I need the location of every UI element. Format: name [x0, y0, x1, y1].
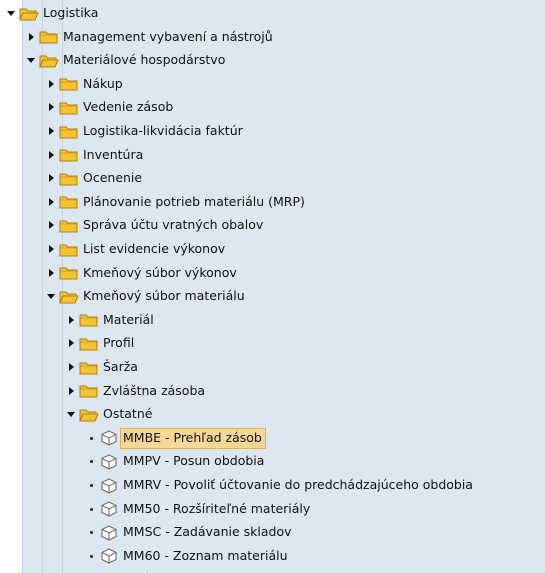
tree-node-label[interactable]: Správa účtu vratných obalov — [81, 216, 266, 235]
transaction-cube-icon — [101, 501, 117, 517]
tree-transaction-node[interactable]: MMRV - Povoliť účtovanie do predchádzajú… — [0, 474, 545, 497]
tree-node-label[interactable]: Inventúra — [81, 146, 146, 165]
tree-folder-node[interactable]: Kmeňový súbor materiálu — [0, 285, 545, 308]
folder-icon — [59, 78, 78, 91]
tree-node-label[interactable]: Kmeňový súbor výkonov — [81, 264, 240, 283]
expand-arrow-right-icon[interactable] — [46, 150, 57, 161]
expand-arrow-right-icon[interactable] — [46, 102, 57, 113]
tree-node-label[interactable]: MM50 - Rozšíriteľné materiály — [121, 500, 313, 519]
expand-arrow-down-icon[interactable] — [66, 409, 77, 420]
tree-node-label[interactable]: Plánovanie potrieb materiálu (MRP) — [81, 193, 308, 212]
bullet-icon — [86, 551, 97, 562]
tree-node-label[interactable]: MMRV - Povoliť účtovanie do predchádzajú… — [121, 476, 476, 495]
folder-icon — [79, 314, 98, 327]
tree-transaction-node[interactable]: MM50 - Rozšíriteľné materiály — [0, 498, 545, 521]
tree-node-label[interactable]: List evidencie výkonov — [81, 240, 228, 259]
tree-folder-node[interactable]: Ocenenie — [0, 167, 545, 190]
folder-icon — [79, 362, 98, 374]
tree-node-label[interactable]: MMSC - Zadávanie skladov — [121, 523, 295, 542]
tree-folder-node[interactable]: Profil — [0, 332, 545, 355]
tree-folder-node[interactable]: Plánovanie potrieb materiálu (MRP) — [0, 191, 545, 214]
expand-arrow-down-icon[interactable] — [26, 55, 37, 66]
transaction-cube-icon — [101, 430, 117, 446]
bullet-icon — [86, 456, 97, 467]
tree-node-label[interactable]: Zvláštna zásoba — [101, 382, 208, 401]
expand-arrow-right-icon[interactable] — [46, 197, 57, 208]
tree-node-label[interactable]: Vedenie zásob — [81, 98, 176, 117]
transaction-cube-icon — [101, 477, 117, 494]
tree-transaction-node[interactable]: MM60 - Zoznam materiálu — [0, 545, 545, 568]
expand-arrow-right-icon[interactable] — [66, 362, 77, 373]
folder-icon — [59, 220, 78, 233]
tree-node-label[interactable]: Logistika — [41, 4, 101, 23]
folder-open-icon — [79, 409, 99, 422]
folder-icon — [59, 126, 78, 138]
folder-open-icon — [19, 8, 39, 20]
tree-transaction-node[interactable]: MMSC - Zadávanie skladov — [0, 521, 545, 544]
expand-arrow-right-icon[interactable] — [46, 79, 57, 90]
tree-folder-node[interactable]: Materiál — [0, 309, 545, 332]
folder-icon — [59, 267, 78, 280]
tree-node-label[interactable]: Nákup — [81, 75, 126, 94]
folder-icon — [79, 338, 98, 351]
menu-tree: Logistika Management vybavení a nástrojů M… — [0, 0, 545, 573]
tree-node-label[interactable]: MMBE - Prehľad zásob — [120, 427, 266, 449]
tree-node-label[interactable]: Ocenenie — [81, 169, 145, 188]
tree-folder-node[interactable]: Materiálové hospodárstvo — [0, 49, 545, 72]
expand-arrow-right-icon[interactable] — [46, 244, 57, 255]
expand-arrow-right-icon[interactable] — [26, 32, 37, 43]
transaction-cube-icon — [101, 525, 117, 541]
tree-node-label[interactable]: Šarža — [101, 358, 141, 377]
tree-folder-node[interactable]: Nákup — [0, 73, 545, 96]
tree-node-label[interactable]: MM60 - Zoznam materiálu — [121, 547, 291, 566]
folder-open-icon — [39, 55, 59, 68]
expand-arrow-right-icon[interactable] — [66, 315, 77, 326]
expand-arrow-right-icon[interactable] — [46, 126, 57, 137]
tree-folder-node[interactable]: Logistika-likvidácia faktúr — [0, 120, 545, 143]
tree-folder-node[interactable]: Šarža — [0, 356, 545, 379]
transaction-cube-icon — [101, 454, 117, 470]
expand-arrow-right-icon[interactable] — [66, 386, 77, 397]
tree-node-label[interactable]: Logistika-likvidácia faktúr — [81, 122, 246, 141]
folder-icon — [59, 244, 78, 256]
expand-arrow-right-icon[interactable] — [46, 268, 57, 279]
folder-icon — [39, 31, 58, 44]
tree-folder-node[interactable]: Zvláštna zásoba — [0, 380, 545, 403]
expand-arrow-right-icon[interactable] — [66, 338, 77, 349]
tree-folder-node[interactable]: Vedenie zásob — [0, 96, 545, 119]
tree-folder-node[interactable]: Správa účtu vratných obalov — [0, 214, 545, 237]
tree-node-label[interactable]: Materiál — [101, 311, 157, 330]
bullet-icon — [86, 433, 97, 444]
tree-transaction-node[interactable]: MMBE - Prehľad zásob — [0, 427, 545, 450]
tree-folder-node[interactable]: List evidencie výkonov — [0, 238, 545, 261]
expand-arrow-right-icon[interactable] — [46, 220, 57, 231]
folder-icon — [59, 196, 78, 209]
folder-icon — [59, 102, 78, 115]
folder-icon — [59, 173, 78, 186]
bullet-icon — [86, 504, 97, 515]
tree-node-label[interactable]: Profil — [101, 334, 137, 353]
tree-folder-node[interactable]: Kmeňový súbor výkonov — [0, 262, 545, 285]
tree-node-label[interactable]: Kmeňový súbor materiálu — [81, 287, 248, 306]
tree-folder-node[interactable]: Archivácia — [0, 568, 545, 573]
tree-folder-node[interactable]: Management vybavení a nástrojů — [0, 26, 545, 49]
bullet-icon — [86, 527, 97, 538]
tree-node-label[interactable]: Management vybavení a nástrojů — [61, 28, 276, 47]
tree-node-label[interactable]: MMPV - Posun obdobia — [121, 452, 267, 471]
expand-arrow-down-icon[interactable] — [6, 8, 17, 19]
folder-icon — [59, 149, 78, 162]
folder-icon — [79, 385, 98, 398]
tree-node-label[interactable]: Ostatné — [101, 405, 155, 424]
bullet-icon — [86, 480, 97, 491]
expand-arrow-down-icon[interactable] — [46, 291, 57, 302]
expand-arrow-right-icon[interactable] — [46, 173, 57, 184]
tree-folder-node[interactable]: Logistika — [0, 2, 545, 25]
transaction-cube-icon — [101, 548, 117, 564]
folder-open-icon — [59, 291, 79, 304]
tree-node-label[interactable]: Materiálové hospodárstvo — [61, 51, 228, 70]
tree-transaction-node[interactable]: MMPV - Posun obdobia — [0, 450, 545, 473]
tree-folder-node[interactable]: Ostatné — [0, 403, 545, 426]
tree-folder-node[interactable]: Inventúra — [0, 144, 545, 167]
